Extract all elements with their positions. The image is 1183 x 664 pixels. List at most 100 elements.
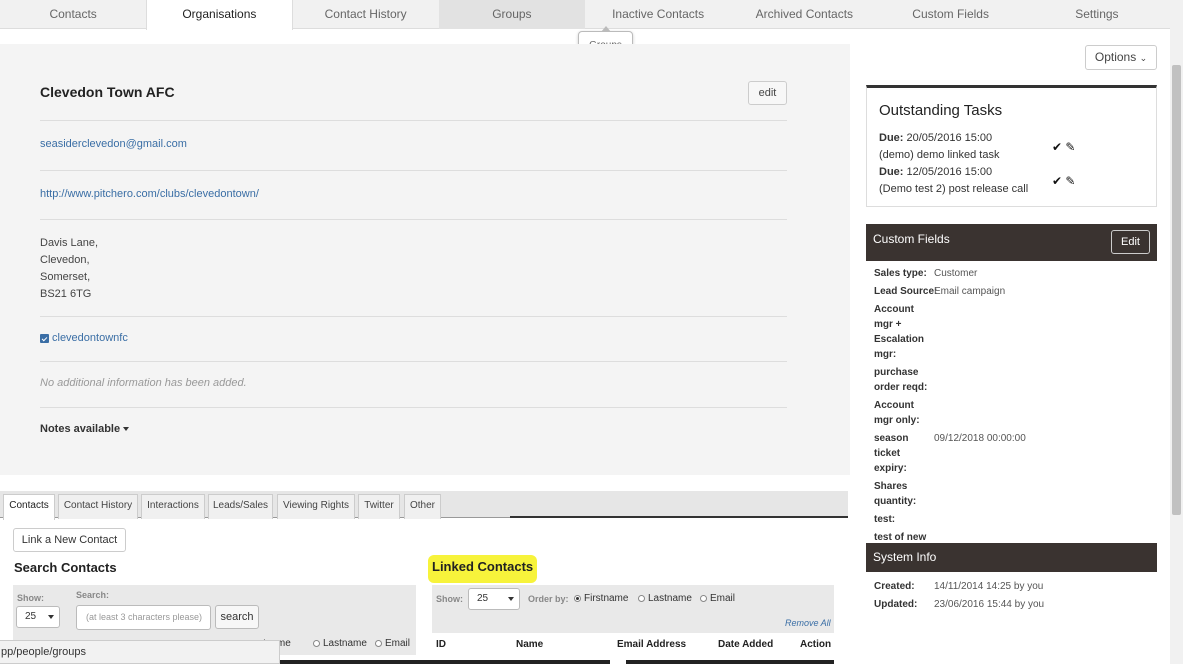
scrollbar-thumb[interactable] [1172,65,1181,515]
column-header-date-added[interactable]: Date Added [718,639,773,650]
task-item: Due: 20/05/2016 15:00 (demo) demo linked… [879,130,999,164]
address-line: Davis Lane, [40,237,99,249]
remove-all-link[interactable]: Remove All [785,618,831,628]
tab-groups[interactable]: Groups [438,0,585,29]
divider [626,660,834,664]
field-key: Lead Source: [874,286,938,297]
order-by-label: Order by: [528,594,569,604]
field-key: test: [874,514,896,525]
order-firstname-label: Firstname [584,593,629,604]
task-actions: ✔ ✎ [1052,174,1075,188]
column-header-id[interactable]: ID [436,639,446,650]
notes-label: Notes available [40,423,121,435]
subtab-contact-history[interactable]: Contact History [58,494,138,519]
edit-organisation-button[interactable]: edit [748,81,787,105]
column-header-email[interactable]: Email Address [617,639,686,650]
browser-status-url: pp/people/groups [0,640,280,664]
tab-custom-fields[interactable]: Custom Fields [878,0,1024,29]
subtab-contacts[interactable]: Contacts [3,494,55,520]
linked-contacts-title: Linked Contacts [428,555,538,583]
order-lastname-radio[interactable]: Lastname [313,638,367,649]
divider [510,516,848,518]
search-label: Search: [76,590,110,600]
task-due: 12/05/2016 15:00 [906,166,993,178]
order-email-label: Email [385,638,411,649]
custom-fields-list: Sales type: Customer Lead Source: Email ca… [874,266,1154,563]
show-count-value: 25 [25,611,37,622]
organisation-email-link[interactable]: seasiderclevedon@gmail.com [40,138,187,150]
tab-inactive-contacts[interactable]: Inactive Contacts [585,0,731,29]
field-key: Account mgr only: [874,400,920,426]
due-label: Due: [879,132,904,144]
task-item: Due: 12/05/2016 15:00 (Demo test 2) post… [879,164,1028,198]
order-email-label: Email [710,593,736,604]
organisation-address: Davis Lane, Clevedon, Somerset, BS21 6TG [40,235,98,303]
created-value: 14/11/2014 14:25 by you [934,581,1044,592]
tab-contact-history[interactable]: Contact History [293,0,439,29]
divider [40,170,787,171]
link-new-contact-button[interactable]: Link a New Contact [13,528,126,552]
subtab-other[interactable]: Other [404,494,441,519]
linked-show-count-select[interactable]: 25 [468,588,520,610]
field-key: Sales type: [874,268,927,279]
linked-order-lastname-radio[interactable]: Lastname [638,593,692,604]
radio-icon [375,639,382,647]
linked-order-email-radio[interactable]: Email [700,593,735,604]
task-description: (Demo test 2) post release call [879,183,1029,195]
complete-check-icon[interactable]: ✔ [1052,140,1062,154]
show-count-value: 25 [477,593,489,604]
system-info-header: System Info [866,543,1157,572]
custom-field-row: Shares quantity: [874,479,1154,509]
twitter-icon [40,333,49,343]
tab-organisations[interactable]: Organisations [146,0,293,30]
subtab-twitter[interactable]: Twitter [358,494,400,519]
tab-settings[interactable]: Settings [1024,0,1170,29]
complete-check-icon[interactable]: ✔ [1052,174,1062,188]
radio-icon [700,594,707,602]
subtab-leads-sales[interactable]: Leads/Sales [208,494,273,519]
divider [40,361,787,362]
task-actions: ✔ ✎ [1052,140,1075,154]
search-input[interactable]: (at least 3 characters please) [76,605,211,630]
show-label: Show: [436,594,463,604]
divider [40,316,787,317]
subtab-interactions[interactable]: Interactions [141,494,205,519]
no-additional-info: No additional information has been added… [40,377,247,389]
edit-icon[interactable]: ✎ [1065,174,1075,188]
dropdown-arrow-icon [48,615,54,619]
column-header-name[interactable]: Name [516,639,543,650]
edit-icon[interactable]: ✎ [1065,140,1075,154]
tab-archived-contacts[interactable]: Archived Contacts [731,0,877,29]
updated-label: Updated: [874,599,918,610]
order-lastname-label: Lastname [648,593,692,604]
organisation-website-link[interactable]: http://www.pitchero.com/clubs/clevedonto… [40,188,259,200]
radio-icon [313,639,320,647]
task-description: (demo) demo linked task [879,149,1000,161]
notes-dropdown[interactable]: Notes available [40,423,130,435]
order-email-radio[interactable]: Email [375,638,410,649]
custom-field-row: purchase order reqd: [874,365,1154,395]
edit-custom-fields-button[interactable]: Edit [1111,230,1150,254]
show-count-select[interactable]: 25 [16,606,60,628]
page-scrollbar[interactable] [1170,0,1183,664]
subtab-viewing-rights[interactable]: Viewing Rights [277,494,355,519]
field-value: Email campaign [934,286,1006,297]
field-key: purchase order reqd: [874,367,928,393]
divider [40,120,787,121]
twitter-handle: clevedontownfc [52,332,128,344]
divider [40,219,787,220]
field-key: Shares quantity: [874,481,917,507]
radio-icon [574,594,581,602]
options-dropdown-button[interactable]: Options ⌄ [1085,45,1157,70]
created-label: Created: [874,581,915,592]
field-value: 09/12/2018 00:00:00 [934,433,1026,444]
search-button[interactable]: search [215,605,259,629]
linked-contacts-box: Show: 25 Order by: Firstname Lastname Em… [432,585,834,633]
twitter-link[interactable]: clevedontownfc [40,332,128,344]
created-row: Created: 14/11/2014 14:25 by you [874,581,1043,592]
field-key: Account mgr + Escalation mgr: [874,304,925,360]
linked-order-firstname-radio[interactable]: Firstname [574,593,628,604]
tab-contacts[interactable]: Contacts [0,0,146,29]
search-contacts-title: Search Contacts [14,560,117,575]
field-value: Customer [934,268,978,279]
